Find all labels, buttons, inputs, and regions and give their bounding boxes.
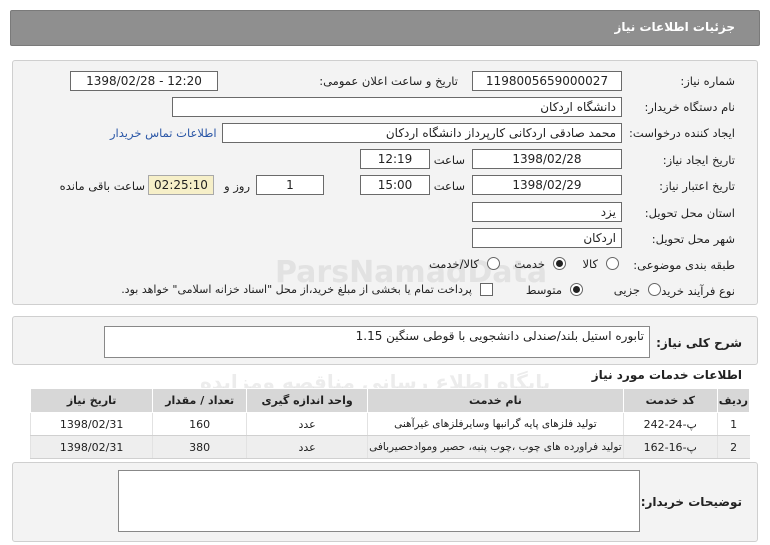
validity-date-label: تاریخ اعتبار نیاز: xyxy=(659,179,735,193)
table-row: 2 پ-16-162 تولید فراورده های چوب ،چوب پن… xyxy=(29,435,750,459)
col-service-name: نام خدمت xyxy=(367,388,624,413)
page-header: جزئیات اطلاعات نیاز xyxy=(10,10,760,46)
time-remaining-label: ساعت باقی مانده xyxy=(59,179,145,193)
category-label: طبقه بندی موضوعی: xyxy=(633,258,735,272)
created-date-label: تاریخ ایجاد نیاز: xyxy=(662,153,735,167)
summary-field: تابوره استیل بلند/صندلی دانشجویی با قوطی… xyxy=(104,326,650,358)
table-row: 1 پ-24-242 تولید فلزهای پایه گرانبها وسا… xyxy=(29,412,750,436)
services-title: اطلاعات خدمات مورد نیاز xyxy=(591,368,742,382)
purchase-minor-label: جزیی xyxy=(613,283,640,297)
purchase-medium-radio[interactable] xyxy=(570,283,583,296)
province-label: استان محل تحویل: xyxy=(644,206,735,220)
cell-service-code: پ-16-162 xyxy=(622,435,718,459)
need-number-field: 1198005659000027 xyxy=(472,71,622,91)
category-goods-service-label: کالا/خدمت xyxy=(428,257,479,271)
created-time-field: 12:19 xyxy=(360,149,430,169)
province-field: یزد xyxy=(472,202,622,222)
category-goods-label: کالا xyxy=(582,257,598,271)
treasury-checkbox[interactable] xyxy=(480,283,493,296)
purchase-type-label: نوع فرآیند خرید : xyxy=(653,284,735,298)
col-quantity: تعداد / مقدار xyxy=(152,388,248,413)
cell-service-name: تولید فلزهای پایه گرانبها وسایرفلزهای غی… xyxy=(367,412,624,436)
created-time-label: ساعت xyxy=(433,153,465,167)
cell-row-number: 1 xyxy=(716,412,750,436)
cell-need-date: 1398/02/31 xyxy=(29,435,153,459)
buyer-org-label: نام دستگاه خریدار: xyxy=(644,100,735,114)
col-service-code: کد خدمت xyxy=(622,388,718,413)
days-label: روز و xyxy=(224,179,250,193)
cell-need-date: 1398/02/31 xyxy=(29,412,153,436)
cell-unit: عدد xyxy=(246,435,368,459)
buyer-notes-label: توضیحات خریدار: xyxy=(640,495,742,509)
col-need-date: تاریخ نیاز xyxy=(29,388,154,413)
page-title: جزئیات اطلاعات نیاز xyxy=(614,20,735,34)
services-header-row: ردیف کد خدمت نام خدمت واحد اندازه گیری ت… xyxy=(29,388,751,413)
services-table: ردیف کد خدمت نام خدمت واحد اندازه گیری ت… xyxy=(29,388,751,459)
requester-label: ایجاد کننده درخواست: xyxy=(629,126,735,140)
time-remaining-field: 02:25:10 xyxy=(148,175,214,195)
city-field: اردکان xyxy=(472,228,622,248)
purchase-minor-radio[interactable] xyxy=(648,283,661,296)
col-row-number: ردیف xyxy=(716,388,751,413)
category-service-label: خدمت xyxy=(514,257,545,271)
col-unit: واحد اندازه گیری xyxy=(246,388,369,413)
buyer-org-field: دانشگاه اردکان xyxy=(172,97,622,117)
cell-quantity: 380 xyxy=(152,435,247,459)
category-service-radio[interactable] xyxy=(553,257,566,270)
announce-date-field: 1398/02/28 - 12:20 xyxy=(70,71,218,91)
cell-unit: عدد xyxy=(246,412,368,436)
requester-field: محمد صادقی اردکانی کارپرداز دانشگاه اردک… xyxy=(222,123,622,143)
summary-label: شرح کلی نیاز: xyxy=(656,336,742,350)
category-goods-radio[interactable] xyxy=(606,257,619,270)
treasury-note: پرداخت تمام یا بخشی از مبلغ خرید،از محل … xyxy=(121,283,472,296)
validity-time-field: 15:00 xyxy=(360,175,430,195)
cell-row-number: 2 xyxy=(716,435,750,459)
validity-time-label: ساعت xyxy=(433,179,465,193)
category-goods-service-radio[interactable] xyxy=(487,257,500,270)
announce-date-label: تاریخ و ساعت اعلان عمومی: xyxy=(319,74,458,88)
city-label: شهر محل تحویل: xyxy=(651,232,735,246)
need-number-label: شماره نیاز: xyxy=(680,74,735,88)
purchase-medium-label: متوسط xyxy=(525,283,562,297)
cell-quantity: 160 xyxy=(152,412,247,436)
buyer-notes-field xyxy=(118,470,640,532)
days-remaining-field: 1 xyxy=(256,175,324,195)
cell-service-code: پ-24-242 xyxy=(622,412,718,436)
buyer-contact-link[interactable]: اطلاعات تماس خریدار xyxy=(110,126,217,140)
created-date-field: 1398/02/28 xyxy=(472,149,622,169)
validity-date-field: 1398/02/29 xyxy=(472,175,622,195)
cell-service-name: تولید فراورده های چوب ،چوب پنبه، حصیر وم… xyxy=(367,435,624,459)
